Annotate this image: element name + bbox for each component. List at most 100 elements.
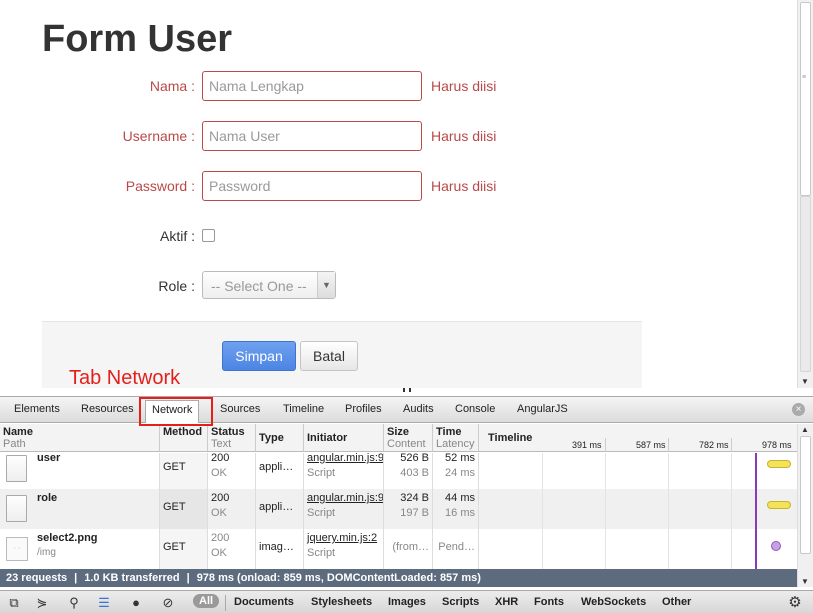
column-initiator[interactable]: Initiator — [304, 424, 384, 451]
filter-other[interactable]: Other — [662, 596, 691, 608]
request-method: GET — [163, 461, 186, 473]
request-method: GET — [163, 541, 186, 553]
image-file-icon: · · — [6, 537, 28, 561]
timeline-bar[interactable] — [771, 541, 781, 551]
nama-help-text: Harus diisi — [431, 78, 497, 94]
initiator-link[interactable]: angular.min.js:9 — [307, 453, 383, 464]
cancel-button[interactable]: Batal — [300, 341, 358, 371]
close-icon[interactable]: × — [792, 403, 805, 416]
username-input[interactable] — [202, 121, 422, 151]
dock-icon[interactable]: ⧉ — [6, 595, 22, 611]
table-row[interactable]: · · select2.png /img GET 200 OK imag… jqu… — [0, 529, 797, 569]
gear-icon[interactable]: ⚙ — [787, 595, 803, 611]
request-latency: 16 ms — [445, 507, 475, 519]
request-name-cell: · · select2.png /img — [0, 529, 160, 569]
filter-xhr[interactable]: XHR — [495, 596, 518, 608]
initiator-link[interactable]: jquery.min.js:2 — [307, 532, 380, 544]
column-time-label: Time — [436, 426, 462, 438]
column-status[interactable]: Status Text — [208, 424, 256, 451]
resize-handle-icon[interactable] — [403, 388, 411, 392]
scroll-up-icon[interactable]: ▲ — [801, 425, 809, 434]
search-icon[interactable]: ⚲ — [66, 595, 82, 611]
annotation-highlight-box — [139, 397, 213, 426]
role-select[interactable]: -- Select One -- ▼ — [202, 271, 336, 299]
network-scrollbar-thumb[interactable] — [800, 436, 811, 554]
request-time-cell: 44 ms 16 ms — [433, 489, 479, 529]
timeline-bar[interactable] — [767, 460, 791, 468]
form-row-nama: Nama : Harus diisi — [0, 71, 797, 103]
tab-audits[interactable]: Audits — [403, 403, 434, 415]
timeline-tick-label: 978 ms — [762, 440, 792, 450]
nama-input[interactable] — [202, 71, 422, 101]
transferred-size: 1.0 KB transferred — [84, 572, 180, 584]
chevron-down-icon: ▼ — [317, 272, 335, 298]
table-row[interactable]: role GET 200 OK appli… angular.min.js:9 Sc… — [0, 489, 797, 529]
console-icon[interactable]: ⋟ — [34, 595, 50, 611]
scroll-down-icon[interactable]: ▼ — [801, 577, 809, 586]
save-button[interactable]: Simpan — [222, 341, 296, 371]
column-type[interactable]: Type — [256, 424, 304, 451]
request-time: Pend… — [438, 541, 475, 553]
tab-profiles[interactable]: Profiles — [345, 403, 382, 415]
network-scrollbar[interactable]: ▲ ▼ — [797, 424, 813, 587]
filter-images[interactable]: Images — [388, 596, 426, 608]
request-type-cell: imag… — [256, 529, 304, 569]
request-latency: 24 ms — [445, 467, 475, 479]
column-method[interactable]: Method — [160, 424, 208, 451]
aktif-checkbox[interactable] — [202, 229, 215, 242]
column-time[interactable]: Time Latency — [433, 424, 479, 451]
request-time-cell: Pend… — [433, 529, 479, 569]
document-icon — [6, 455, 27, 482]
column-name[interactable]: Name Path — [0, 424, 160, 451]
tab-resources[interactable]: Resources — [81, 403, 134, 415]
column-content-label: Content — [387, 438, 426, 450]
request-time: 52 ms — [445, 453, 475, 464]
initiator-type: Script — [307, 507, 336, 519]
filter-documents[interactable]: Documents — [234, 596, 294, 608]
record-icon[interactable]: ● — [128, 595, 144, 611]
timeline-load-event-line — [755, 453, 757, 569]
page-scrollbar[interactable]: ≡ ▼ — [797, 0, 813, 388]
filter-stylesheets[interactable]: Stylesheets — [311, 596, 372, 608]
request-status-text: OK — [211, 507, 227, 519]
grip-icon: ≡ — [802, 74, 807, 81]
timeline-tick-label: 782 ms — [699, 440, 729, 450]
username-help-text: Harus diisi — [431, 128, 497, 144]
request-name-cell: role — [0, 489, 160, 529]
column-size-label: Size — [387, 426, 410, 438]
tab-console[interactable]: Console — [455, 403, 495, 415]
nama-label: Nama : — [149, 78, 195, 94]
filter-fonts[interactable]: Fonts — [534, 596, 564, 608]
page-scrollbar-thumb[interactable] — [800, 2, 811, 196]
devtools-tab-bar: Elements Resources Network Sources Timel… — [0, 397, 813, 423]
annotation-label: Tab Network — [69, 367, 181, 389]
initiator-link[interactable]: angular.min.js:9 — [307, 492, 383, 504]
password-help-text: Harus diisi — [431, 178, 497, 194]
request-method-cell: GET — [160, 453, 208, 489]
network-table-header: Name Path Method Status Text Type Initia… — [0, 424, 797, 452]
clear-icon[interactable]: ⊘ — [160, 595, 176, 611]
tab-sources[interactable]: Sources — [220, 403, 260, 415]
password-input[interactable] — [202, 171, 422, 201]
request-status: 200 — [211, 453, 230, 464]
request-method-cell: GET — [160, 529, 208, 569]
tab-angularjs[interactable]: AngularJS — [517, 403, 568, 415]
column-latency-label: Latency — [436, 438, 475, 450]
form-row-role: Role : -- Select One -- ▼ — [0, 271, 797, 303]
column-name-label: Name — [3, 426, 33, 438]
column-size[interactable]: Size Content — [384, 424, 433, 451]
timeline-bar[interactable] — [767, 501, 791, 509]
tab-elements[interactable]: Elements — [14, 403, 60, 415]
request-status: 200 — [211, 532, 230, 544]
filter-scripts[interactable]: Scripts — [442, 596, 479, 608]
column-status-text-label: Text — [211, 438, 232, 450]
scroll-down-icon[interactable]: ▼ — [801, 377, 809, 386]
filter-websockets[interactable]: WebSockets — [581, 596, 646, 608]
filter-all[interactable]: All — [193, 594, 220, 608]
page-scrollbar-track[interactable] — [800, 196, 811, 372]
table-row[interactable]: user GET 200 OK appli… angular.min.js:9 Sc… — [0, 453, 797, 489]
role-label: Role : — [158, 278, 195, 294]
tab-timeline[interactable]: Timeline — [283, 403, 324, 415]
large-rows-icon[interactable]: ☰ — [96, 595, 112, 611]
timeline-grid-line — [731, 453, 732, 569]
